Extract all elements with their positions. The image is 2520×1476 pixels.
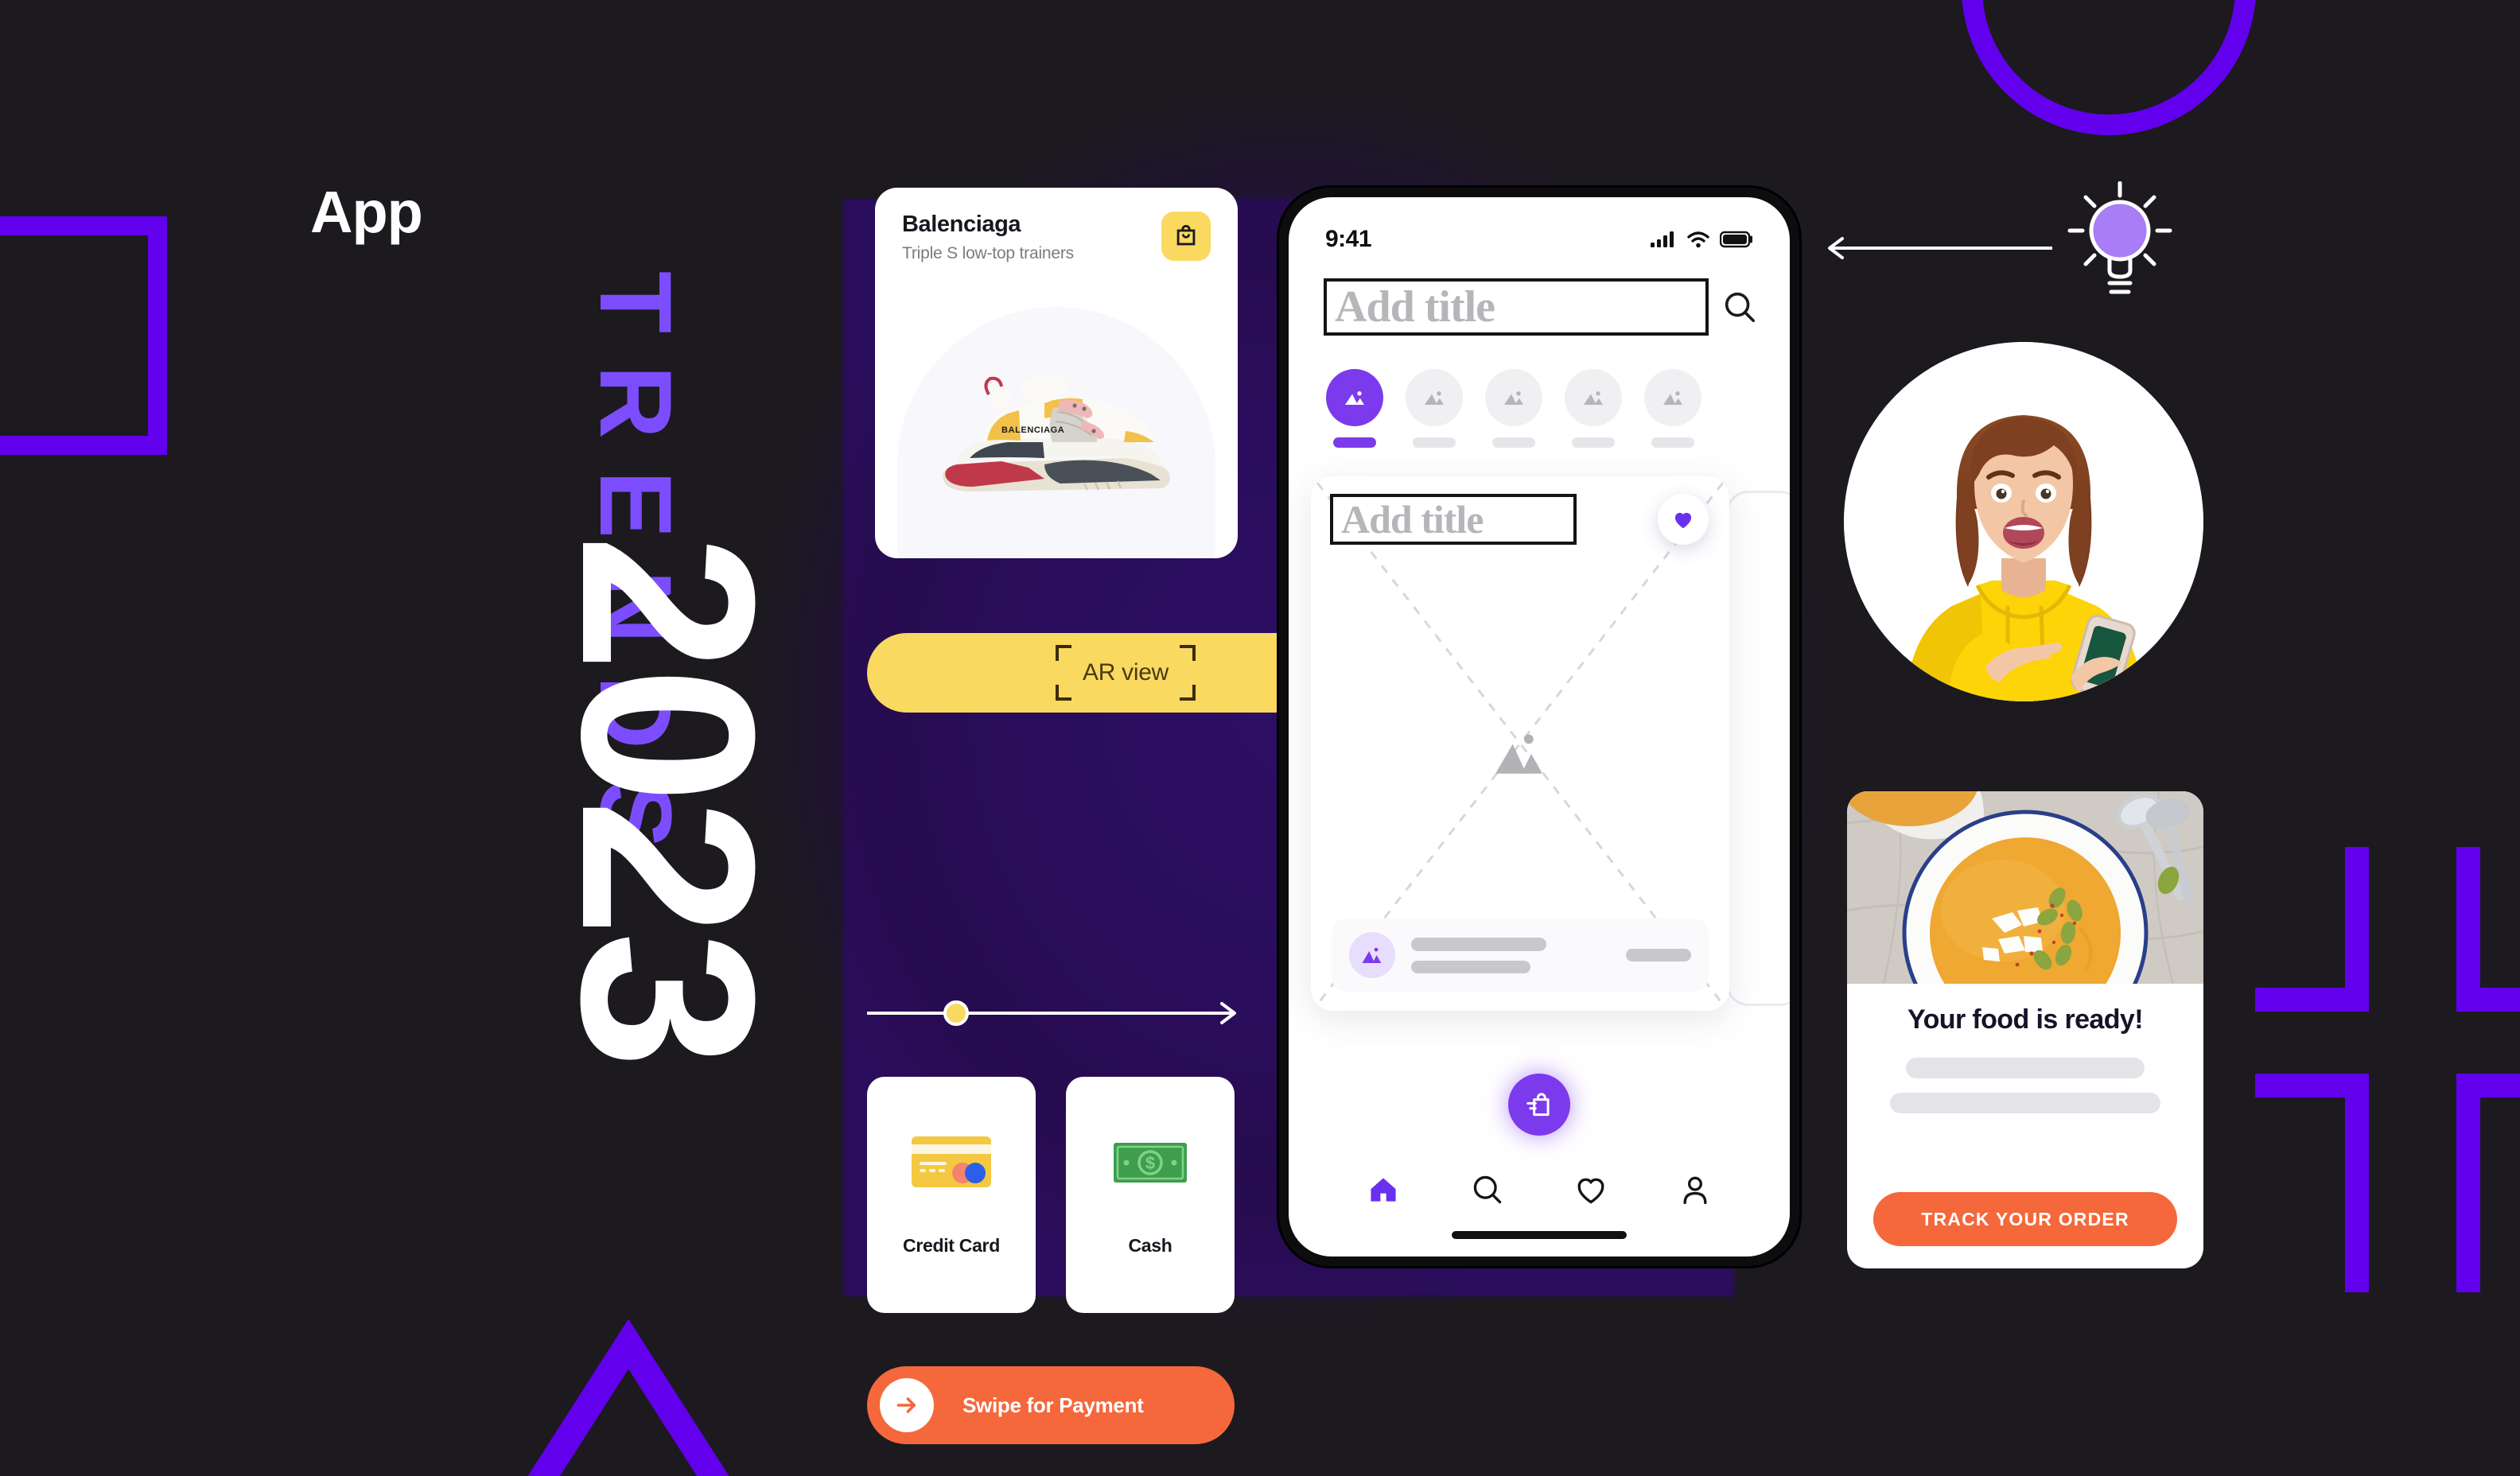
svg-text:$: $ <box>1145 1153 1155 1173</box>
title-input[interactable]: Add title <box>1324 278 1709 336</box>
skeleton-line <box>1906 1058 2145 1078</box>
product-column: Balenciaga Triple S low-top trainers BAL… <box>867 188 1384 1444</box>
home-indicator <box>1452 1231 1627 1239</box>
chevron-up-shape <box>477 1312 780 1476</box>
title-input-placeholder: Add title <box>1335 282 1495 332</box>
status-time: 9:41 <box>1325 226 1372 252</box>
food-photo <box>1847 791 2203 984</box>
scan-frame-icon: AR view <box>1056 645 1196 701</box>
status-icons <box>1650 230 1753 249</box>
food-card-body: Your food is ready! TRACK YOUR ORDER <box>1847 984 2203 1268</box>
poster-year: 2023 <box>531 534 807 1064</box>
next-card-peek[interactable] <box>1726 491 1790 1006</box>
home-icon[interactable] <box>1366 1172 1401 1207</box>
card-title-placeholder: Add title <box>1341 497 1484 542</box>
sneaker-illustration: BALENCIAGA <box>943 376 1170 491</box>
banknote-icon: $ <box>1114 1143 1187 1183</box>
shopping-bag-icon[interactable] <box>1508 1074 1570 1136</box>
image-icon <box>1495 734 1542 774</box>
user-icon[interactable] <box>1678 1172 1713 1207</box>
skeleton-line <box>1626 949 1691 961</box>
payment-method-label: Cash <box>1128 1235 1172 1256</box>
search-row: Add title <box>1289 253 1790 336</box>
food-card-title: Your food is ready! <box>1908 1004 2144 1035</box>
category-item-0[interactable] <box>1324 369 1386 448</box>
payment-method-label: Credit Card <box>903 1235 1000 1256</box>
food-status-card[interactable]: Your food is ready! TRACK YOUR ORDER <box>1847 791 2203 1268</box>
category-underline <box>1492 437 1535 448</box>
wifi-icon <box>1687 231 1709 248</box>
status-bar: 9:41 <box>1289 197 1790 253</box>
image-icon <box>1349 932 1395 978</box>
mini-skeleton-lines <box>1411 937 1610 973</box>
payment-method-credit-card[interactable]: Credit Card <box>867 1077 1036 1313</box>
image-icon <box>1406 369 1463 426</box>
ar-view-label: AR view <box>1083 659 1169 686</box>
category-item-2[interactable] <box>1483 369 1545 448</box>
heart-filled-icon[interactable] <box>1658 494 1709 545</box>
category-item-4[interactable] <box>1642 369 1704 448</box>
card-title-input[interactable]: Add title <box>1330 494 1577 545</box>
skeleton-line <box>1411 960 1530 973</box>
signal-bars-icon <box>1651 231 1674 247</box>
progress-slider[interactable] <box>867 997 1241 1029</box>
lightbulb-icon <box>2067 181 2173 301</box>
bowl-of-pumpkin-soup <box>1847 791 2203 984</box>
phone-mockup: 9:41 Add title Add title <box>1279 188 1799 1266</box>
product-card-header: Balenciaga Triple S low-top trainers <box>902 212 1211 263</box>
product-brand: Balenciaga <box>902 212 1021 237</box>
payment-method-cash[interactable]: $ Cash <box>1066 1077 1235 1313</box>
search-icon[interactable] <box>1721 289 1758 325</box>
battery-full-icon <box>1720 231 1752 248</box>
payment-methods: Credit Card $ Cash <box>867 1077 1235 1313</box>
skeleton-line <box>1411 937 1546 951</box>
svg-text:BALENCIAGA: BALENCIAGA <box>1001 425 1064 435</box>
category-item-3[interactable] <box>1562 369 1624 448</box>
content-area: Add title <box>1289 476 1790 1049</box>
track-order-label: TRACK YOUR ORDER <box>1921 1208 2129 1229</box>
product-image: BALENCIAGA <box>897 307 1215 558</box>
category-underline <box>1333 437 1376 448</box>
avatar <box>1844 342 2203 701</box>
image-icon <box>1326 369 1383 426</box>
swipe-label: Swipe for Payment <box>962 1392 1144 1417</box>
category-underline <box>1572 437 1615 448</box>
credit-card-icon <box>912 1136 991 1187</box>
bottom-tab-bar <box>1289 1172 1790 1207</box>
shopping-bag-icon[interactable] <box>1161 212 1211 261</box>
category-row <box>1289 336 1790 448</box>
poster-canvas: App TRENDS 2023 Balenciaga Triple S low-… <box>0 0 2520 1476</box>
cross-outline-shape <box>2211 847 2520 1292</box>
square-outline-shape <box>0 216 167 455</box>
poster-title-block: App TRENDS 2023 <box>294 179 807 1296</box>
arrow-right-icon[interactable] <box>880 1378 934 1432</box>
image-icon <box>1565 369 1622 426</box>
image-icon <box>1485 369 1542 426</box>
product-text: Balenciaga Triple S low-top trainers <box>902 212 1074 263</box>
category-item-1[interactable] <box>1403 369 1465 448</box>
search-icon[interactable] <box>1470 1172 1505 1207</box>
track-order-button[interactable]: TRACK YOUR ORDER <box>1873 1192 2177 1246</box>
category-underline <box>1413 437 1456 448</box>
swipe-for-payment-button[interactable]: Swipe for Payment <box>867 1366 1235 1444</box>
product-subtitle: Triple S low-top trainers <box>902 244 1074 262</box>
skeleton-line <box>1890 1093 2160 1113</box>
product-card[interactable]: Balenciaga Triple S low-top trainers BAL… <box>875 188 1238 558</box>
image-placeholder-card[interactable]: Add title <box>1311 476 1729 1011</box>
category-underline <box>1651 437 1694 448</box>
excited-woman-pointing-at-phone <box>1844 342 2203 701</box>
heart-outline-icon[interactable] <box>1573 1172 1608 1207</box>
image-icon <box>1644 369 1701 426</box>
mini-list-item[interactable] <box>1332 919 1709 992</box>
arrow-left-icon <box>1822 232 2057 264</box>
poster-eyebrow: App <box>310 179 423 245</box>
phone-screen: 9:41 Add title Add title <box>1289 197 1790 1257</box>
